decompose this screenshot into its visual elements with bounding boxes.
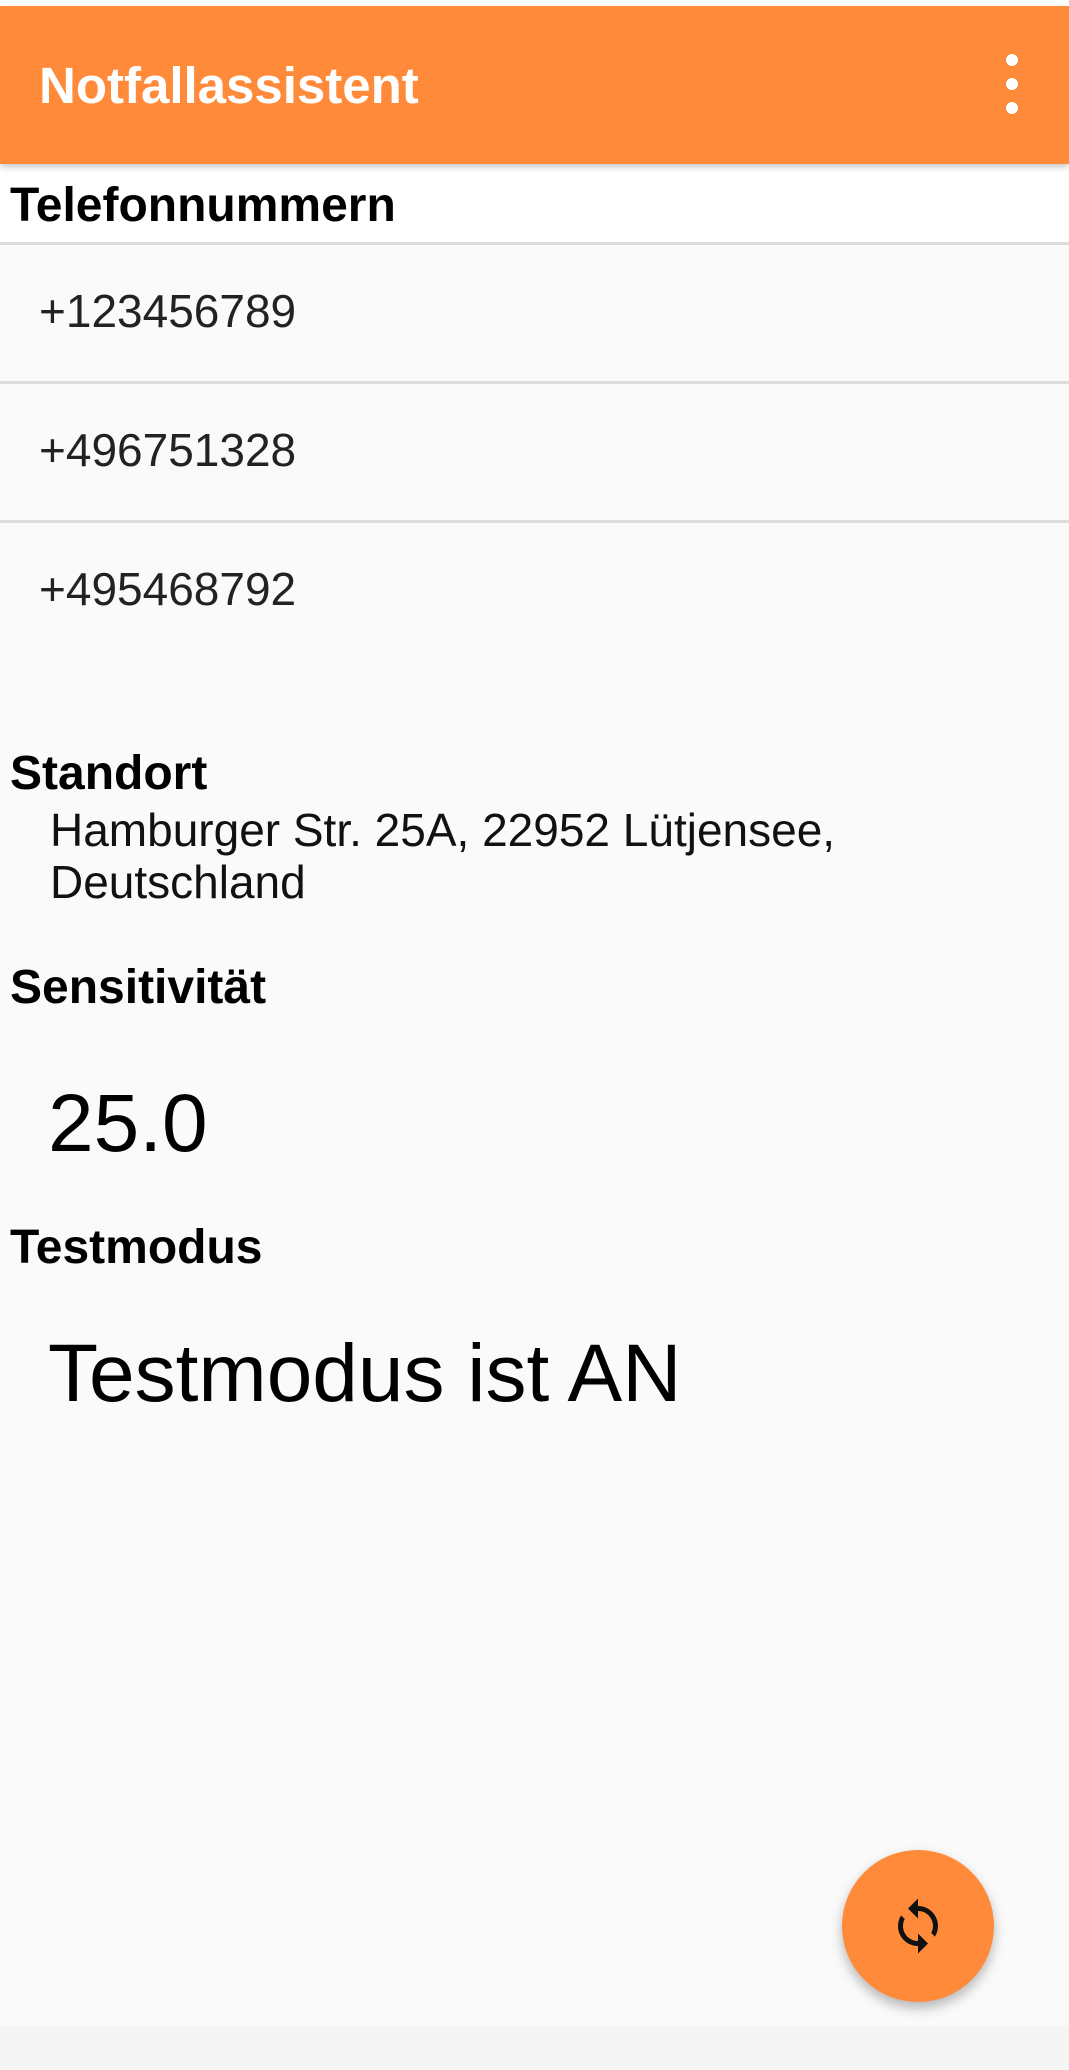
sensitivity-section-title: Sensitivität	[10, 961, 267, 1014]
test-mode-status: Testmodus ist AN	[48, 1328, 682, 1419]
menu-dot	[1006, 54, 1018, 66]
menu-dot	[1006, 78, 1018, 90]
location-address: Hamburger Str. 25A, 22952 Lütjensee, Deu…	[50, 804, 836, 908]
phone-number: +496751328	[39, 424, 297, 476]
app-title: Notfallassistent	[39, 57, 419, 114]
sensitivity-value: 25.0	[48, 1078, 208, 1169]
phone-number: +495468792	[39, 563, 297, 615]
navigation-bar	[0, 2026, 1069, 2070]
location-section-title: Standort	[10, 747, 208, 800]
phone-list-item[interactable]: +495468792	[0, 523, 1069, 659]
screen: Notfallassistent Telefonnummern +1234567…	[0, 0, 1069, 2070]
phone-section-title: Telefonnummern	[10, 179, 396, 232]
phone-section-header: Telefonnummern	[0, 164, 1069, 245]
phone-list-item[interactable]: +123456789	[0, 245, 1069, 384]
more-vert-icon[interactable]	[990, 54, 1034, 118]
phone-number: +123456789	[39, 285, 297, 337]
phone-list-item[interactable]: +496751328	[0, 384, 1069, 523]
refresh-button[interactable]	[842, 1850, 994, 2002]
refresh-icon	[898, 1898, 938, 1954]
test-mode-section-title: Testmodus	[10, 1221, 263, 1274]
app-bar: Notfallassistent	[0, 6, 1069, 164]
menu-dot	[1006, 102, 1018, 114]
